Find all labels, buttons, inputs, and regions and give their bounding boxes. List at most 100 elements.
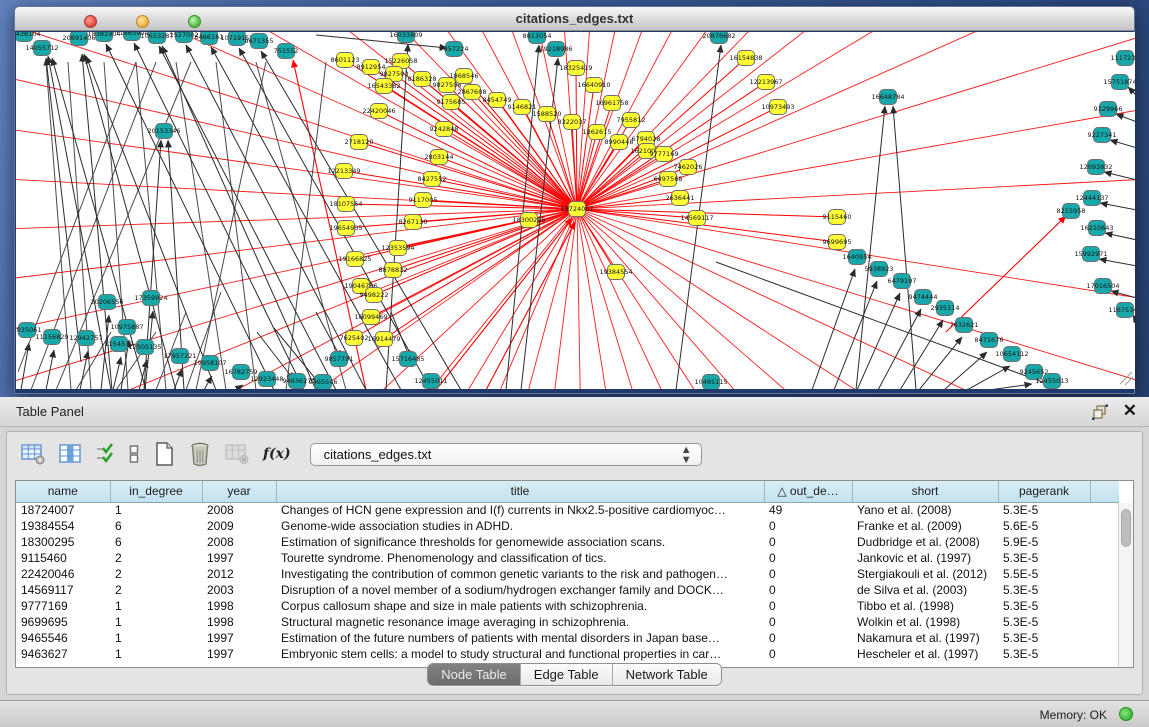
table-scrollbar-thumb[interactable]: [1121, 509, 1131, 547]
svg-text:9175685: 9175685: [437, 98, 466, 106]
table-cell: Structural magnetic resonance image aver…: [276, 614, 764, 630]
network-window-titlebar[interactable]: citations_edges.txt: [15, 7, 1134, 31]
svg-text:7625402: 7625402: [340, 334, 369, 342]
table-row[interactable]: 2242004622012Investigating the contribut…: [16, 566, 1119, 582]
column-header[interactable]: △ out_de…: [764, 481, 852, 502]
column-header[interactable]: name: [16, 481, 110, 502]
table-row[interactable]: 1830029562008Estimation of significance …: [16, 534, 1119, 550]
svg-text:9857791: 9857791: [325, 355, 354, 363]
svg-text:9463627: 9463627: [283, 377, 312, 385]
table-row[interactable]: 1938455462009Genome-wide association stu…: [16, 518, 1119, 534]
table-cell: Nakamura et al. (1997): [852, 630, 998, 646]
table-cell: [1090, 598, 1119, 614]
table-cell: 5.5E-5: [998, 566, 1090, 582]
table-cell: de Silva et al. (2003): [852, 582, 998, 598]
table-cell: [1090, 502, 1119, 518]
table-cell: 0: [764, 614, 852, 630]
svg-text:8267130: 8267130: [399, 218, 428, 226]
memory-status-label: Memory: OK: [1040, 708, 1107, 722]
svg-text:17016504: 17016504: [1086, 282, 1119, 290]
table-row[interactable]: 911546021997Tourette syndrome. Phenomeno…: [16, 550, 1119, 566]
svg-text:6479197: 6479197: [888, 277, 917, 285]
node-table-grid: namein_degreeyeartitle△ out_de…shortpage…: [16, 481, 1119, 662]
column-header[interactable]: title: [276, 481, 764, 502]
svg-text:2935114: 2935114: [931, 304, 960, 312]
new-table-icon[interactable]: [21, 441, 46, 467]
select-columns-icon[interactable]: [95, 441, 115, 467]
column-header[interactable]: pagerank: [998, 481, 1090, 502]
svg-text:8878832: 8878832: [379, 266, 408, 274]
table-row[interactable]: 1872400712008Changes of HCN gene express…: [16, 502, 1119, 518]
tab-network-table[interactable]: Network Table: [613, 664, 721, 685]
delete-table-icon[interactable]: [188, 441, 212, 467]
table-cell: [1090, 518, 1119, 534]
memory-status-indicator[interactable]: [1119, 707, 1133, 721]
svg-text:16648784: 16648784: [871, 93, 904, 101]
float-panel-icon[interactable]: [1091, 403, 1109, 421]
svg-text:20153346: 20153346: [147, 127, 180, 135]
svg-text:18300295: 18300295: [512, 216, 545, 224]
svg-text:19218986: 19218986: [539, 45, 572, 53]
table-scrollbar[interactable]: [1118, 503, 1133, 667]
network-canvas[interactable]: 2043810414055712208914061838190411863904…: [16, 32, 1135, 389]
node-table-header[interactable]: namein_degreeyeartitle△ out_de…shortpage…: [16, 481, 1119, 502]
close-panel-icon[interactable]: ✕: [1123, 401, 1137, 421]
table-cell: Estimation of the future numbers of pati…: [276, 630, 764, 646]
svg-text:6497568: 6497568: [654, 175, 683, 183]
table-cell: 1997: [202, 630, 276, 646]
table-cell: 1997: [202, 550, 276, 566]
column-header[interactable]: in_degree: [110, 481, 202, 502]
tab-edge-table[interactable]: Edge Table: [521, 664, 613, 685]
new-document-icon[interactable]: [153, 441, 175, 467]
rows-icon[interactable]: [128, 441, 140, 467]
table-cell: 0: [764, 582, 852, 598]
table-cell: Changes of HCN gene expression and I(f) …: [276, 502, 764, 518]
svg-text:11156829: 11156829: [35, 333, 68, 341]
table-row[interactable]: 946362711997Embryonic stem cells: a mode…: [16, 646, 1119, 662]
table-cell: [1090, 630, 1119, 646]
status-bar: Memory: OK: [0, 700, 1149, 727]
function-builder-icon[interactable]: f(x): [263, 441, 291, 467]
svg-text:9465546: 9465546: [309, 378, 338, 386]
table-cell: 1997: [202, 646, 276, 662]
svg-text:10654112: 10654112: [995, 350, 1028, 358]
column-icon[interactable]: [59, 441, 82, 467]
svg-text:16961758: 16961758: [595, 99, 628, 107]
svg-text:14055712: 14055712: [25, 44, 58, 52]
svg-text:751552: 751552: [274, 47, 299, 55]
network-view-window[interactable]: citations_edges.txt 20438104140557122089…: [14, 6, 1135, 394]
svg-text:16543382: 16543382: [367, 82, 400, 90]
tab-node-table[interactable]: Node Table: [428, 664, 521, 685]
table-cell: 1998: [202, 614, 276, 630]
table-cell: 2008: [202, 534, 276, 550]
table-cell: 9777169: [16, 598, 110, 614]
table-cell: Hescheler et al. (1997): [852, 646, 998, 662]
table-cell: Investigating the contribution of common…: [276, 566, 764, 582]
table-cell: [1090, 550, 1119, 566]
svg-text:15751874: 15751874: [1103, 78, 1135, 86]
table-row[interactable]: 1456911722003Disruption of a novel membe…: [16, 582, 1119, 598]
svg-text:12942757: 12942757: [69, 334, 102, 342]
svg-text:12505135: 12505135: [128, 343, 161, 351]
column-header[interactable]: short: [852, 481, 998, 502]
svg-text:16640910: 16640910: [577, 81, 610, 89]
table-panel-header: Table Panel ✕: [0, 397, 1149, 427]
svg-text:6794028: 6794028: [632, 135, 661, 143]
table-row[interactable]: 977716911998Corpus callosum shape and si…: [16, 598, 1119, 614]
svg-text:10465115: 10465115: [694, 378, 727, 386]
column-header[interactable]: year: [202, 481, 276, 502]
svg-text:7632621: 7632621: [950, 321, 979, 329]
table-cell: 1: [110, 502, 202, 518]
svg-text:19166825: 19166825: [338, 255, 371, 263]
table-row[interactable]: 969969511998Structural magnetic resonanc…: [16, 614, 1119, 630]
svg-text:16154838: 16154838: [729, 54, 762, 62]
svg-text:16914479: 16914479: [367, 335, 400, 343]
delete-column-icon[interactable]: [225, 441, 250, 467]
table-selector-dropdown[interactable]: citations_edges.txt ▲▼: [310, 443, 702, 466]
table-row[interactable]: 946554611997Estimation of the future num…: [16, 630, 1119, 646]
column-header[interactable]: [1090, 481, 1119, 502]
svg-text:19958107: 19958107: [193, 359, 226, 367]
network-window-title: citations_edges.txt: [15, 11, 1134, 26]
svg-text:9777169: 9777169: [650, 150, 679, 158]
network-graph-svg[interactable]: 2043810414055712208914061838190411863904…: [16, 32, 1135, 389]
